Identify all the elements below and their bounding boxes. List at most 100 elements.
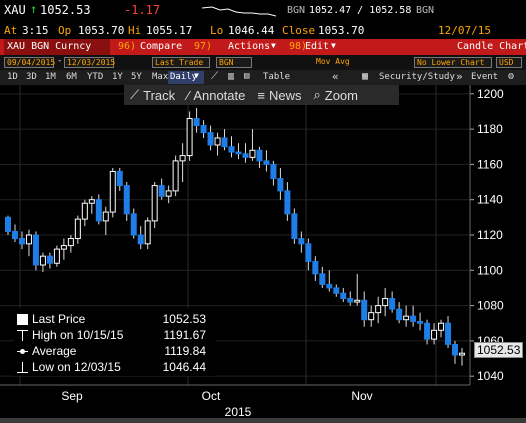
source-field[interactable]: BGN [216,57,252,68]
up-arrow-icon: ↑ [30,2,38,16]
candle-body [291,213,298,240]
low-value: 1046.44 [228,24,275,37]
track-icon: ⟋ [130,87,140,102]
candle-body [361,299,368,321]
compare-button[interactable]: Compare [140,41,182,52]
period-button-ytd[interactable]: YTD [84,71,106,84]
rewind-icon[interactable]: « [332,70,339,83]
y-tick-label-1140: 1140 [477,193,503,207]
average-marker-icon [17,346,28,357]
candle-body [67,238,74,247]
actions-button[interactable]: Actions [228,41,270,52]
lower-chart-field[interactable]: No Lower Chart [414,57,492,68]
news-button[interactable]: News [269,88,302,103]
period-button-1y[interactable]: 1Y [109,71,126,84]
settings-bar: 09/04/2015 - 12/03/2015 Last Trade BGN M… [0,55,526,70]
settings-icon[interactable]: ⚙ [508,71,514,82]
quote-source-2: BGN [416,5,435,16]
candle-body [410,315,417,322]
last-price-marker: 1052.53 [474,342,524,358]
low-marker-icon [17,362,28,373]
edit-dropdown-icon: ▼ [331,41,336,50]
zoom-icon: ⌕ [313,87,321,102]
line-chart-icon[interactable]: ⟋ [211,71,218,82]
chart-legend: Last Price 1052.53 High on 10/15/15 1191… [14,308,216,376]
legend-high-label: High on 10/15/15 [32,328,124,342]
candle-body [445,322,452,345]
legend-avg: Average 1119.84 [14,344,216,359]
period-button-1d[interactable]: 1D [4,71,21,84]
y-tick-label-1160: 1160 [477,157,503,171]
actions-num: 97) [194,41,213,52]
candle-body [102,211,109,222]
candle-body [165,190,172,197]
candle-body [5,216,11,232]
red-toolbar: XAU BGN Curncy 96) Compare 97) Actions ▼… [0,39,526,55]
close-label: Close [282,24,316,37]
low-label: Lo [210,24,224,37]
price-field[interactable]: Last Trade [152,57,210,68]
start-date-field[interactable]: 09/04/2015 [4,57,55,68]
event-button[interactable]: Event [471,72,498,82]
bar-chart-icon[interactable]: ▥ [228,71,234,82]
period-button-3d[interactable]: 3D [23,71,40,84]
candle-body [340,292,347,300]
x-tick-label-nov: Nov [351,389,372,403]
candle-body [424,322,431,340]
forward-icon[interactable]: » [456,70,463,83]
quote-date: 12/07/15 [438,24,491,37]
candle-body [32,234,39,266]
candle-body [312,260,319,275]
zoom-button[interactable]: Zoom [325,88,358,103]
period-button-5y[interactable]: 5Y [128,71,145,84]
candle-body [326,283,333,289]
quote-source: BGN [287,5,306,16]
candle-body [249,149,256,158]
edit-button[interactable]: Edit [305,41,329,52]
candle-body [137,234,144,245]
security-study-button[interactable]: Security/Study [379,72,455,82]
candle-body [39,255,46,266]
actions-dropdown-icon: ▼ [271,41,276,50]
chart-style-icon[interactable]: ▤ [244,71,249,81]
candle-body [277,178,284,192]
track-button[interactable]: Track [143,88,175,103]
legend-high: High on 10/15/15 1191.67 [14,328,216,343]
y-tick-label-1100: 1100 [477,263,503,277]
legend-last-value: 1052.53 [162,312,206,326]
close-value: 1053.70 [318,24,365,37]
candle-body [151,185,158,222]
candle-body [172,160,179,192]
candle-body [389,298,396,310]
period-button-1m[interactable]: 1M [42,71,59,84]
y-tick-label-1200: 1200 [477,87,504,101]
price-change: -1.17 [124,3,161,17]
horizontal-scrollbar[interactable] [0,418,526,423]
candle-body [270,163,277,180]
frequency-dropdown-icon: ▼ [194,71,199,80]
period-button-6m[interactable]: 6M [63,71,80,84]
candle-body [298,238,305,245]
indicator-field[interactable]: Mov Avg [316,57,350,66]
y-tick-label-1120: 1120 [477,228,503,242]
candle-body [46,255,53,264]
candle-body [81,202,88,220]
candle-body [452,343,459,356]
study-icon: ▦ [362,71,369,82]
ticker: XAU [4,3,26,17]
candle-body [319,273,326,285]
currency-field[interactable]: USD [496,57,522,68]
annotate-button[interactable]: Annotate [193,88,245,103]
date-dash: - [57,56,63,66]
chart-tools: ⟋ Track ∕ Annotate ≡ News ⌕ Zoom [124,85,399,105]
legend-avg-value: 1119.84 [164,344,206,358]
legend-low-value: 1046.44 [162,360,206,374]
table-button[interactable]: Table [263,72,290,82]
y-tick-label-1080: 1080 [477,299,504,313]
candle-body [242,153,249,158]
security-name[interactable]: XAU BGN Curncy [4,39,110,55]
candle-body [109,170,116,213]
end-date-field[interactable]: 12/03/2015 [64,57,115,68]
candle-body [305,243,312,262]
legend-low: Low on 12/03/15 1046.44 [14,360,216,375]
